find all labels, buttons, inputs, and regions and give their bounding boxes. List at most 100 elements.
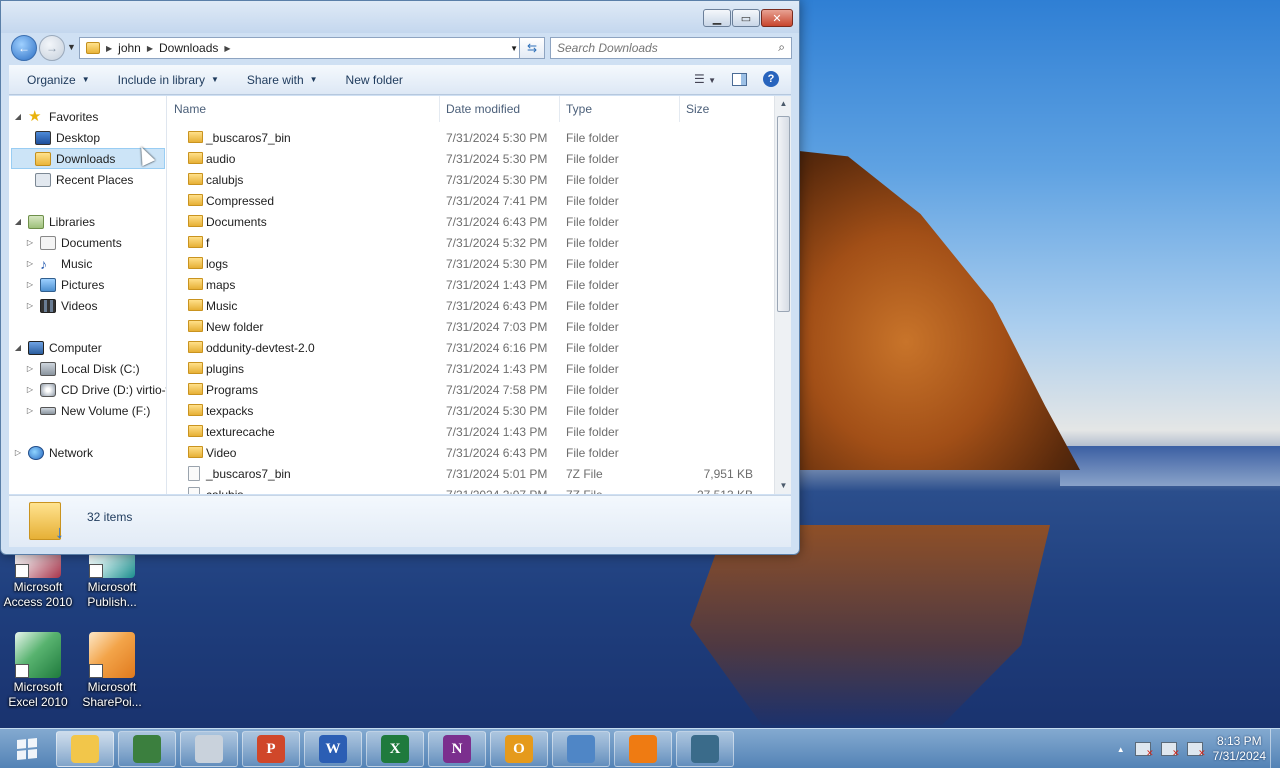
file-name[interactable]: texpacks bbox=[206, 404, 253, 418]
file-name[interactable]: Compressed bbox=[206, 194, 274, 208]
taskbar-excel-button[interactable]: X bbox=[366, 731, 424, 767]
file-name[interactable]: calubjs bbox=[206, 173, 243, 187]
action-center-icon[interactable] bbox=[1134, 742, 1154, 759]
clock[interactable]: 8:13 PM 7/31/2024 bbox=[1213, 734, 1266, 764]
nav-libraries[interactable]: ◢ Libraries bbox=[13, 211, 95, 232]
vertical-scrollbar[interactable]: ▲ ▼ bbox=[774, 96, 791, 494]
nav-favorites[interactable]: ◢ ★ Favorites bbox=[13, 106, 98, 127]
collapsed-triangle-icon[interactable]: ▷ bbox=[13, 448, 23, 457]
preview-pane-button[interactable] bbox=[732, 72, 747, 86]
column-header-type[interactable]: Type bbox=[560, 96, 680, 122]
folder-row[interactable]: texturecache 7/31/2024 1:43 PM File folder bbox=[168, 421, 774, 442]
folder-row[interactable]: Compressed 7/31/2024 7:41 PM File folder bbox=[168, 190, 774, 211]
collapsed-triangle-icon[interactable]: ▷ bbox=[25, 364, 35, 373]
volume-muted-icon[interactable] bbox=[1186, 742, 1206, 759]
folder-row[interactable]: Programs 7/31/2024 7:58 PM File folder bbox=[168, 379, 774, 400]
change-view-button[interactable]: ☰ ▼ bbox=[694, 72, 716, 86]
folder-row[interactable]: f 7/31/2024 5:32 PM File folder bbox=[168, 232, 774, 253]
taskbar-powerpoint-button[interactable]: P bbox=[242, 731, 300, 767]
taskbar-word-button[interactable]: W bbox=[304, 731, 362, 767]
file-name[interactable]: audio bbox=[206, 152, 235, 166]
folder-row[interactable]: oddunity-devtest-2.0 7/31/2024 6:16 PM Fil… bbox=[168, 337, 774, 358]
collapsed-triangle-icon[interactable]: ▷ bbox=[25, 385, 35, 394]
scrollbar-thumb[interactable] bbox=[777, 116, 790, 312]
taskbar-chrome-button[interactable] bbox=[118, 731, 176, 767]
folder-row[interactable]: Documents 7/31/2024 6:43 PM File folder bbox=[168, 211, 774, 232]
start-button[interactable] bbox=[6, 733, 48, 765]
file-name[interactable]: calubjs bbox=[206, 488, 243, 495]
collapsed-triangle-icon[interactable]: ▷ bbox=[25, 238, 35, 247]
breadcrumb-john[interactable]: john bbox=[118, 41, 141, 55]
folder-row[interactable]: plugins 7/31/2024 1:43 PM File folder bbox=[168, 358, 774, 379]
forward-button[interactable]: → bbox=[39, 35, 65, 61]
close-button[interactable]: ✕ bbox=[761, 9, 793, 27]
collapsed-triangle-icon[interactable]: ▷ bbox=[25, 280, 35, 289]
file-name[interactable]: oddunity-devtest-2.0 bbox=[206, 341, 315, 355]
nav-new-volume[interactable]: ▷ New Volume (F:) bbox=[25, 400, 150, 421]
collapsed-triangle-icon[interactable]: ▷ bbox=[25, 259, 35, 268]
taskbar-outlook-button[interactable]: O bbox=[490, 731, 548, 767]
breadcrumb-downloads[interactable]: Downloads bbox=[159, 41, 218, 55]
desktop-icon-excel[interactable]: Microsoft Excel 2010 bbox=[0, 632, 76, 710]
folder-row[interactable]: calubjs 7/31/2024 5:30 PM File folder bbox=[168, 169, 774, 190]
nav-cd-drive[interactable]: ▷ CD Drive (D:) virtio-w bbox=[25, 379, 166, 400]
scroll-down-arrow-icon[interactable]: ▼ bbox=[775, 478, 792, 494]
folder-row[interactable]: Music 7/31/2024 6:43 PM File folder bbox=[168, 295, 774, 316]
taskbar-explorer-button[interactable] bbox=[56, 731, 114, 767]
refresh-button[interactable]: ⇆ bbox=[519, 37, 545, 59]
recent-pages-dropdown-icon[interactable]: ▼ bbox=[67, 42, 76, 52]
help-button[interactable]: ? bbox=[763, 71, 779, 87]
file-name[interactable]: maps bbox=[206, 278, 235, 292]
taskbar-onenote-button[interactable]: N bbox=[428, 731, 486, 767]
maximize-button[interactable]: ▭ bbox=[732, 9, 760, 27]
file-name[interactable]: _buscaros7_bin bbox=[206, 131, 291, 145]
breadcrumb-separator-icon[interactable]: ▶ bbox=[147, 44, 153, 53]
include-in-library-menu[interactable]: Include in library ▼ bbox=[100, 73, 229, 87]
search-box[interactable]: ⌕ bbox=[550, 37, 792, 59]
column-header-date[interactable]: Date modified bbox=[440, 96, 560, 122]
desktop-icon-sharepoint[interactable]: Microsoft SharePoi... bbox=[74, 632, 150, 710]
folder-row[interactable]: maps 7/31/2024 1:43 PM File folder bbox=[168, 274, 774, 295]
file-row[interactable]: _buscaros7_bin 7/31/2024 5:01 PM 7Z File 7,… bbox=[168, 463, 774, 484]
nav-local-disk[interactable]: ▷ Local Disk (C:) bbox=[25, 358, 140, 379]
folder-row[interactable]: Video 7/31/2024 6:43 PM File folder bbox=[168, 442, 774, 463]
expanded-triangle-icon[interactable]: ◢ bbox=[13, 343, 23, 352]
file-name[interactable]: Documents bbox=[206, 215, 267, 229]
column-header-size[interactable]: Size bbox=[680, 96, 760, 122]
scroll-up-arrow-icon[interactable]: ▲ bbox=[775, 96, 792, 112]
back-button[interactable]: ← bbox=[11, 35, 37, 61]
file-name[interactable]: Programs bbox=[206, 383, 258, 397]
network-status-icon[interactable] bbox=[1160, 742, 1180, 759]
taskbar-vlc-button[interactable] bbox=[614, 731, 672, 767]
title-bar[interactable]: ▁ ▭ ✕ bbox=[1, 1, 799, 33]
file-name[interactable]: _buscaros7_bin bbox=[206, 467, 291, 481]
file-name[interactable]: texturecache bbox=[206, 425, 275, 439]
nav-network[interactable]: ▷ Network bbox=[13, 442, 93, 463]
file-row[interactable]: calubjs 7/31/2024 2:07 PM 7Z File 27,513 KB bbox=[168, 484, 774, 494]
file-name[interactable]: f bbox=[206, 236, 209, 250]
file-name[interactable]: plugins bbox=[206, 362, 244, 376]
folder-row[interactable]: texpacks 7/31/2024 5:30 PM File folder bbox=[168, 400, 774, 421]
show-hidden-icons-button[interactable]: ▲ bbox=[1117, 745, 1125, 754]
folder-row[interactable]: New folder 7/31/2024 7:03 PM File folder bbox=[168, 316, 774, 337]
minimize-button[interactable]: ▁ bbox=[703, 9, 731, 27]
file-name[interactable]: logs bbox=[206, 257, 228, 271]
file-name[interactable]: New folder bbox=[206, 320, 263, 334]
taskbar-chrome-2-button[interactable] bbox=[676, 731, 734, 767]
breadcrumb-separator-icon[interactable]: ▶ bbox=[106, 44, 112, 53]
taskbar-control-panel-button[interactable] bbox=[552, 731, 610, 767]
expanded-triangle-icon[interactable]: ◢ bbox=[13, 217, 23, 226]
new-folder-button[interactable]: New folder bbox=[328, 73, 413, 87]
nav-documents[interactable]: ▷ Documents bbox=[25, 232, 122, 253]
folder-row[interactable]: audio 7/31/2024 5:30 PM File folder bbox=[168, 148, 774, 169]
column-header-name[interactable]: ^ Name bbox=[168, 96, 440, 122]
search-icon[interactable]: ⌕ bbox=[778, 40, 785, 55]
taskbar-virtualbox-button[interactable] bbox=[180, 731, 238, 767]
breadcrumb-separator-icon[interactable]: ▶ bbox=[224, 44, 230, 53]
file-name[interactable]: Video bbox=[206, 446, 236, 460]
collapsed-triangle-icon[interactable]: ▷ bbox=[25, 406, 35, 415]
nav-videos[interactable]: ▷ Videos bbox=[25, 295, 97, 316]
desktop-icon-publisher[interactable]: Microsoft Publish... bbox=[74, 552, 150, 610]
expanded-triangle-icon[interactable]: ◢ bbox=[13, 112, 23, 121]
address-bar[interactable]: ▶ john ▶ Downloads ▶ ▼ bbox=[79, 37, 525, 59]
